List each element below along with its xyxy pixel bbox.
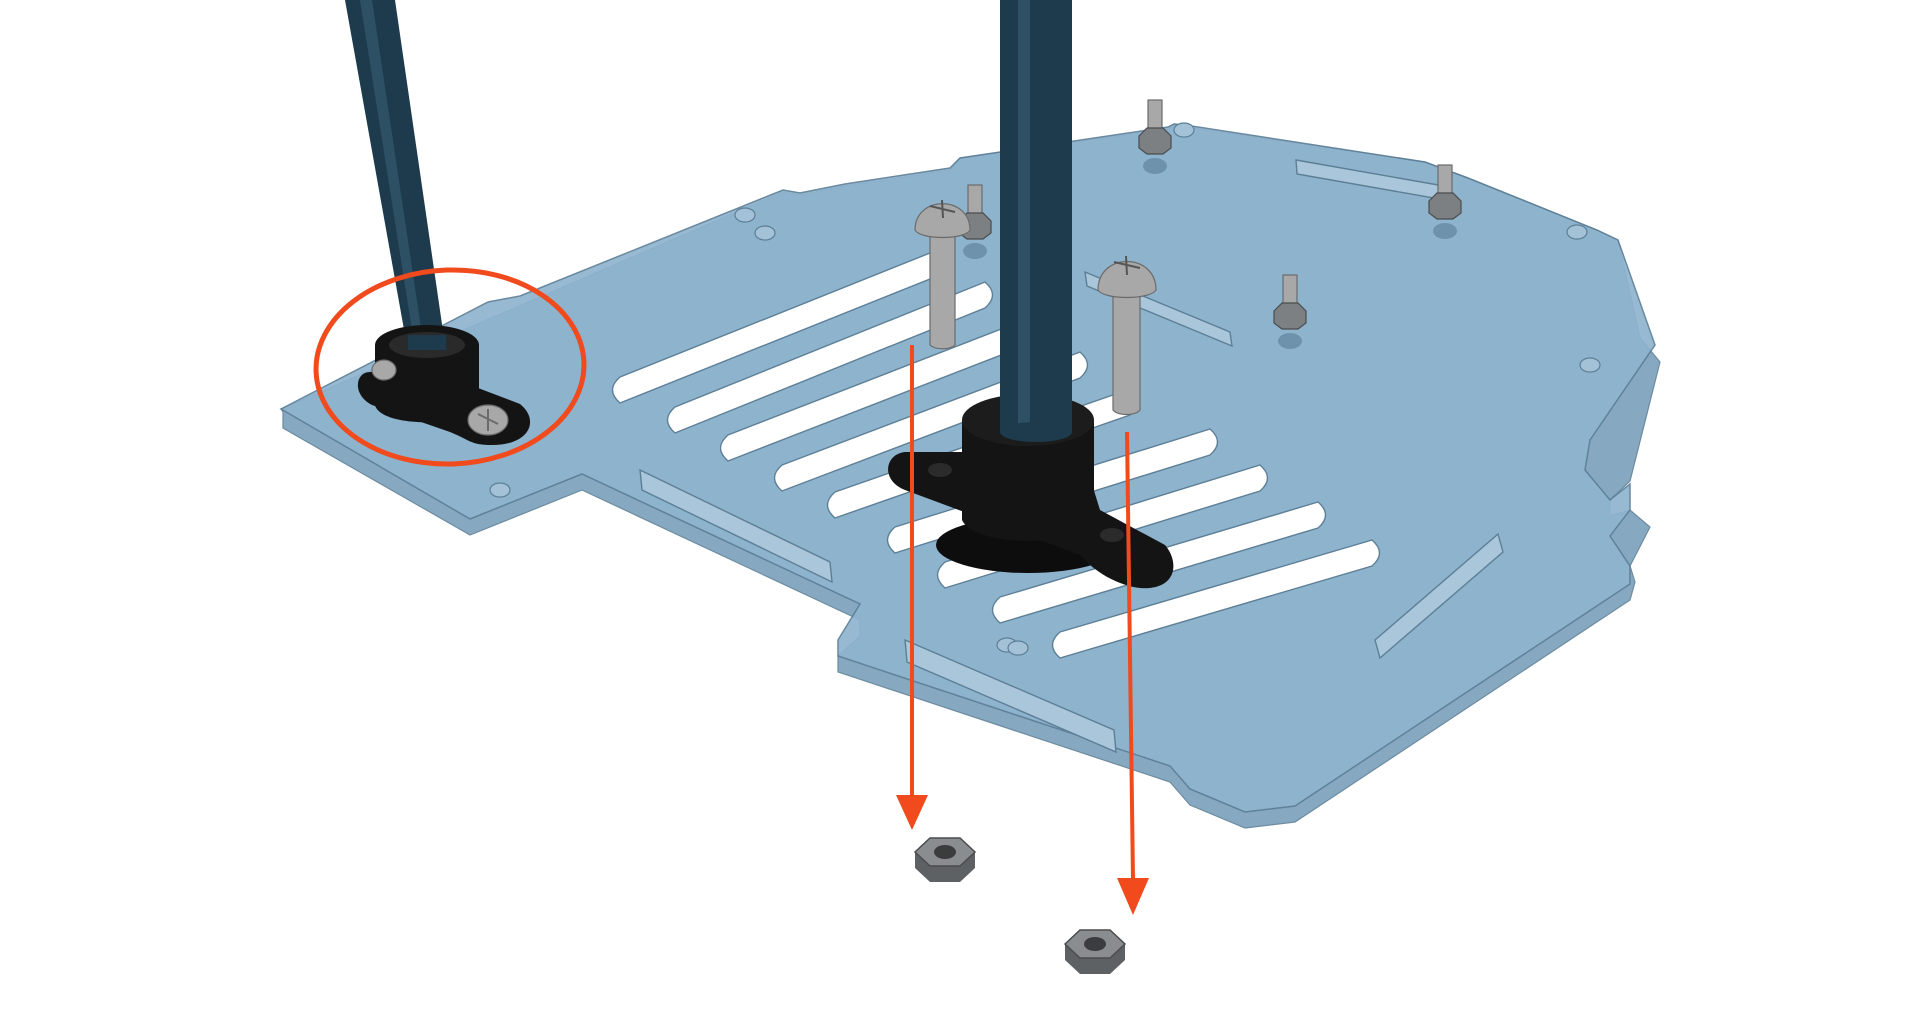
diagram-canvas [279,0,1661,974]
plate-hole [1579,357,1601,373]
plate-hole [1007,640,1029,656]
nut-2 [1063,929,1127,974]
clamp-center-hole-left [928,463,952,477]
plate-hole [1173,122,1195,138]
plate-hole [1566,224,1588,240]
clamp-center-hole-right [1100,528,1124,542]
plate-hole [489,482,511,498]
nut-2-hole [1084,937,1106,951]
bolt-head-left-a [371,359,397,381]
nut-1 [913,837,977,882]
plate-hole [734,207,756,223]
rod-center [1000,0,1072,432]
plate-hole [754,225,776,241]
assembly-diagram [0,0,1912,1018]
bolt-1-shank [929,224,956,350]
rod-center-highlight [1018,0,1030,432]
rod-left-stub [408,335,446,350]
nut-1-hole [934,845,956,859]
arrow-1-head [896,795,928,830]
arrow-2-head [1117,878,1149,915]
nuts [913,837,1127,974]
rod-center-end [1000,422,1072,442]
bolt-2-shank [1112,289,1141,416]
